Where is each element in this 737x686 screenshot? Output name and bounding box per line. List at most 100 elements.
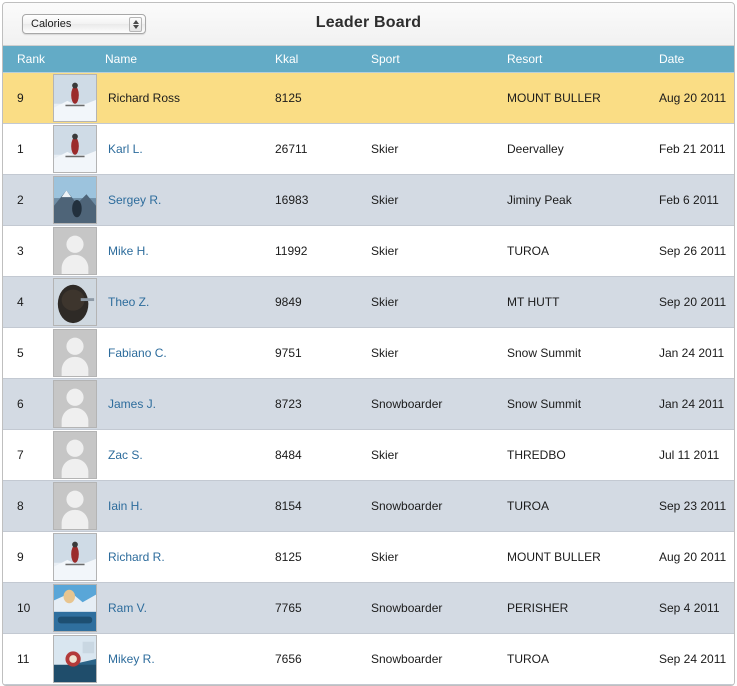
table-row[interactable]: 11 Mikey R. 7656 Snowboarder TUROA Sep 24 201… xyxy=(3,633,734,685)
avatar[interactable] xyxy=(53,176,97,224)
column-header-name[interactable]: Name xyxy=(105,46,275,73)
page-title: Leader Board xyxy=(315,14,422,31)
player-name-link[interactable]: Karl L. xyxy=(108,142,143,156)
player-name-link[interactable]: Sergey R. xyxy=(108,193,161,207)
cell-resort: TUROA xyxy=(507,633,659,685)
avatar[interactable] xyxy=(53,482,97,530)
column-header-sport[interactable]: Sport xyxy=(371,46,507,73)
table-row[interactable]: 3 Mike H. 11992 Skier TUROA Sep 26 2011 xyxy=(3,225,734,277)
table-row[interactable]: 6 James J. 8723 Snowboarder Snow Summit Jan 2… xyxy=(3,378,734,430)
cell-kkal: 26711 xyxy=(275,123,371,175)
cell-sport: Snowboarder xyxy=(371,480,507,532)
column-header-kkal[interactable]: Kkal xyxy=(275,46,371,73)
cell-resort: Jiminy Peak xyxy=(507,174,659,226)
cell-kkal: 9751 xyxy=(275,327,371,379)
cell-date: Aug 20 2011 xyxy=(659,531,734,583)
cell-sport: Snowboarder xyxy=(371,378,507,430)
table-row[interactable]: 9 Richard Ross 8125 MOUNT BULLER Aug 20 2011 xyxy=(3,72,734,124)
table-row[interactable]: 9 Richard R. 8125 Skier MOUNT BULLER Aug 20 2… xyxy=(3,531,734,583)
cell-date: Sep 23 2011 xyxy=(659,480,734,532)
player-name-link[interactable]: Fabiano C. xyxy=(108,346,167,360)
cell-date: Jan 24 2011 xyxy=(659,378,734,430)
table-row[interactable]: 10 Ram V. 7765 Snowboarder PERISHER Sep 4 201… xyxy=(3,582,734,634)
cell-resort: Snow Summit xyxy=(507,378,659,430)
table-row[interactable]: 5 Fabiano C. 9751 Skier Snow Summit Jan 24 20… xyxy=(3,327,734,379)
avatar[interactable] xyxy=(53,278,97,326)
cell-sport xyxy=(371,72,507,124)
cell-sport: Snowboarder xyxy=(371,582,507,634)
cell-name: Sergey R. xyxy=(53,174,275,226)
avatar[interactable] xyxy=(53,329,97,377)
cell-kkal: 11992 xyxy=(275,225,371,277)
table-row[interactable]: 2 Sergey R. 16983 Skier Jiminy Peak Feb 6 201… xyxy=(3,174,734,226)
avatar[interactable] xyxy=(53,431,97,479)
table-row[interactable]: 8 Iain H. 8154 Snowboarder TUROA Sep 23 2011 xyxy=(3,480,734,532)
cell-name: Mikey R. xyxy=(53,633,275,685)
table-header: Rank Name Kkal Sport Resort Date xyxy=(3,46,734,73)
cell-kkal: 7656 xyxy=(275,633,371,685)
cell-kkal: 8125 xyxy=(275,72,371,124)
cell-resort: Snow Summit xyxy=(507,327,659,379)
table-row[interactable]: 4 Theo Z. 9849 Skier MT HUTT Sep 20 2011 xyxy=(3,276,734,328)
table-row[interactable]: 1 Karl L. 26711 Skier Deervalley Feb 21 2011 xyxy=(3,123,734,175)
player-name-link[interactable]: Richard R. xyxy=(108,550,165,564)
cell-resort: PERISHER xyxy=(507,582,659,634)
avatar[interactable] xyxy=(53,227,97,275)
toolbar: Calories Leader Board xyxy=(3,3,734,46)
cell-date: Aug 20 2011 xyxy=(659,72,734,124)
cell-resort: THREDBO xyxy=(507,429,659,481)
player-name-link[interactable]: Mike H. xyxy=(108,244,149,258)
cell-resort: MOUNT BULLER xyxy=(507,72,659,124)
player-name-link[interactable]: Theo Z. xyxy=(108,295,149,309)
cell-date: Feb 21 2011 xyxy=(659,123,734,175)
cell-resort: MOUNT BULLER xyxy=(507,531,659,583)
cell-date: Feb 6 2011 xyxy=(659,174,734,226)
table-header-row: Rank Name Kkal Sport Resort Date xyxy=(3,46,734,73)
cell-resort: Deervalley xyxy=(507,123,659,175)
cell-sport: Snowboarder xyxy=(371,633,507,685)
avatar[interactable] xyxy=(53,380,97,428)
cell-sport: Skier xyxy=(371,123,507,175)
leaderboard-table: Rank Name Kkal Sport Resort Date 9 Richar… xyxy=(3,46,734,685)
avatar[interactable] xyxy=(53,533,97,581)
cell-date: Jul 11 2011 xyxy=(659,429,734,481)
cell-name: Theo Z. xyxy=(53,276,275,328)
avatar[interactable] xyxy=(53,74,97,122)
cell-sport: Skier xyxy=(371,174,507,226)
cell-sport: Skier xyxy=(371,225,507,277)
cell-name: Fabiano C. xyxy=(53,327,275,379)
column-header-resort[interactable]: Resort xyxy=(507,46,659,73)
cell-name: Iain H. xyxy=(53,480,275,532)
player-name-link[interactable]: Mikey R. xyxy=(108,652,155,666)
player-name-link[interactable]: Iain H. xyxy=(108,499,143,513)
cell-name: Mike H. xyxy=(53,225,275,277)
cell-sport: Skier xyxy=(371,429,507,481)
cell-resort: TUROA xyxy=(507,225,659,277)
cell-name: Karl L. xyxy=(53,123,275,175)
avatar[interactable] xyxy=(53,125,97,173)
avatar[interactable] xyxy=(53,584,97,632)
cell-kkal: 8154 xyxy=(275,480,371,532)
cell-sport: Skier xyxy=(371,327,507,379)
cell-name: Ram V. xyxy=(53,582,275,634)
player-name-link[interactable]: Richard Ross xyxy=(108,91,180,105)
cell-sport: Skier xyxy=(371,531,507,583)
player-name-link[interactable]: Zac S. xyxy=(108,448,143,462)
cell-name: Zac S. xyxy=(53,429,275,481)
cell-name: Richard R. xyxy=(53,531,275,583)
cell-date: Sep 4 2011 xyxy=(659,582,734,634)
cell-kkal: 7765 xyxy=(275,582,371,634)
column-header-rank[interactable]: Rank xyxy=(3,46,105,73)
player-name-link[interactable]: James J. xyxy=(108,397,156,411)
leaderboard-panel: Calories Leader Board Rank Name Kkal Spo… xyxy=(2,2,735,686)
avatar[interactable] xyxy=(53,635,97,683)
table-body: 9 Richard Ross 8125 MOUNT BULLER Aug 20 2011… xyxy=(3,72,734,685)
cell-date: Sep 26 2011 xyxy=(659,225,734,277)
cell-resort: MT HUTT xyxy=(507,276,659,328)
cell-date: Sep 24 2011 xyxy=(659,633,734,685)
cell-name: Richard Ross xyxy=(53,72,275,124)
cell-kkal: 8484 xyxy=(275,429,371,481)
player-name-link[interactable]: Ram V. xyxy=(108,601,147,615)
table-row[interactable]: 7 Zac S. 8484 Skier THREDBO Jul 11 2011 xyxy=(3,429,734,481)
column-header-date[interactable]: Date xyxy=(659,46,734,73)
